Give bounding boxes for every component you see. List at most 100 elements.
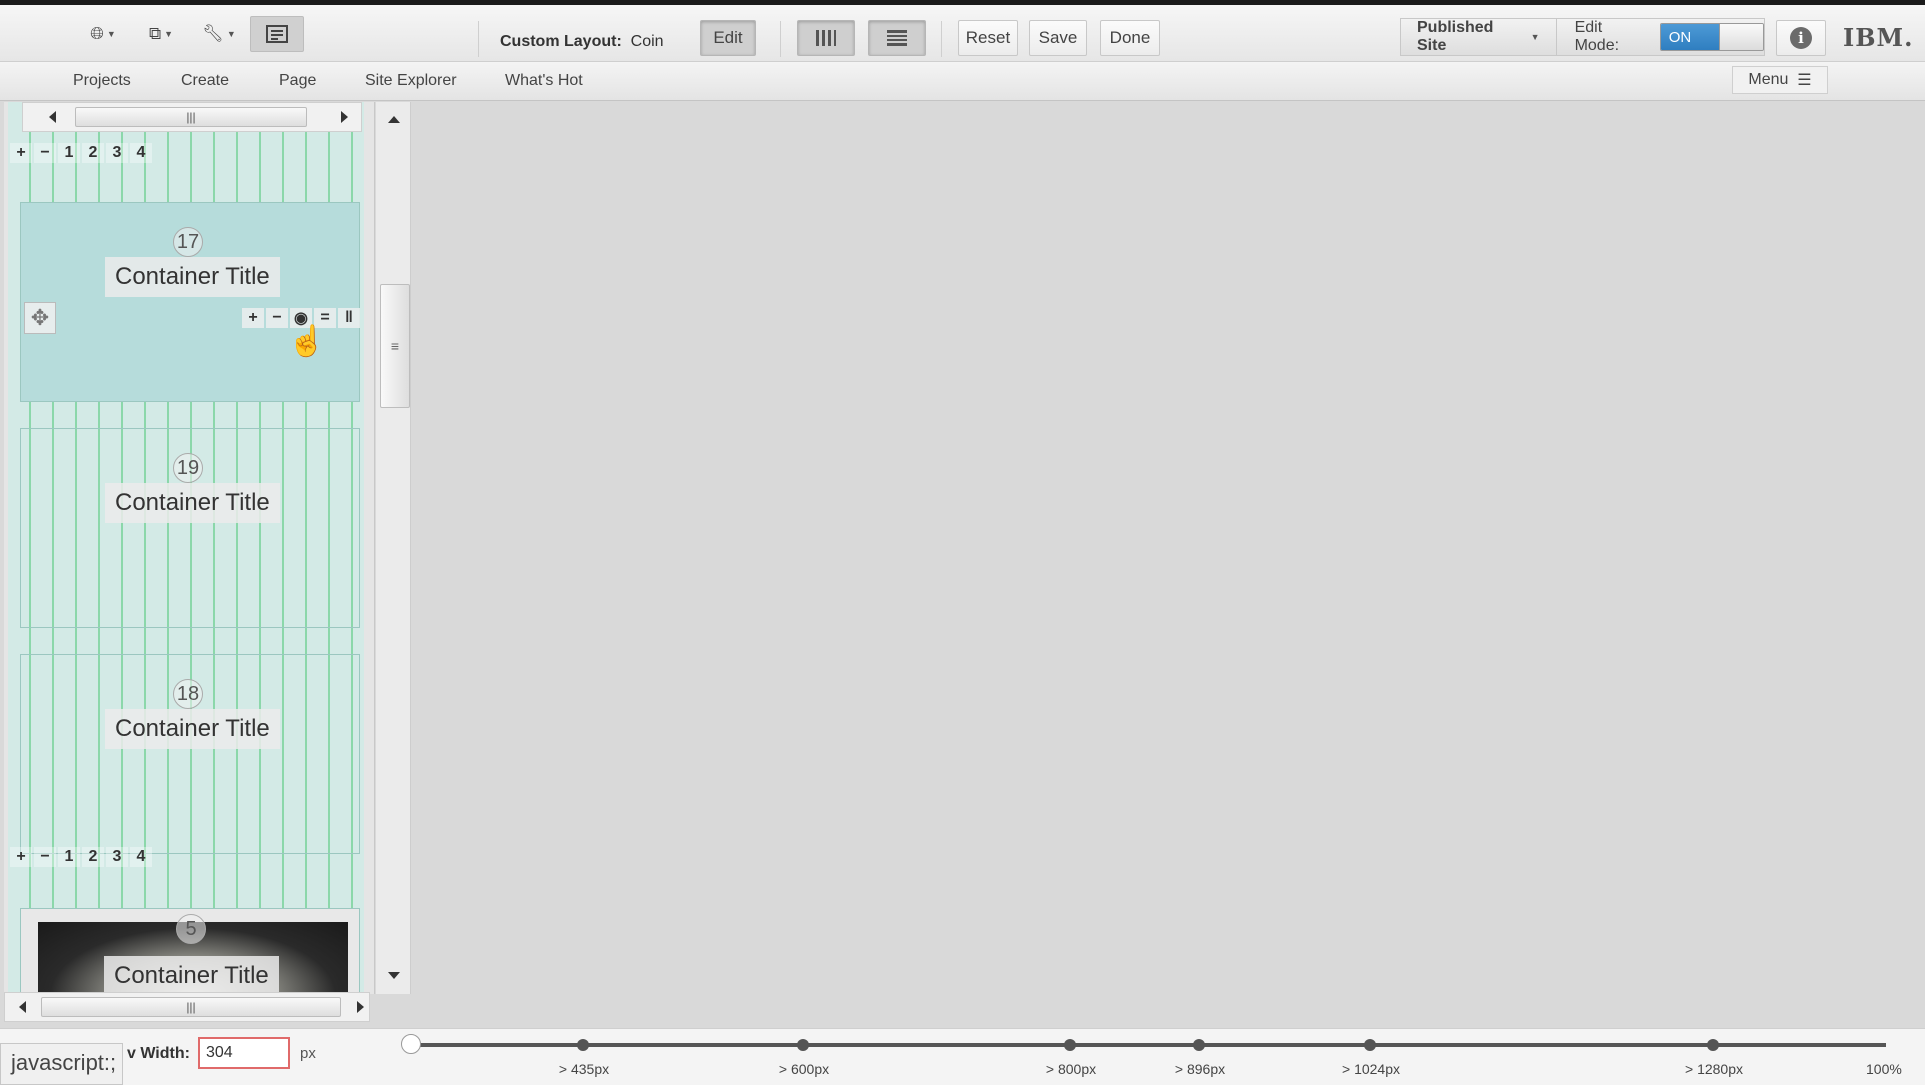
container-number-badge: 19 (173, 453, 203, 483)
container-number-badge: 18 (173, 679, 203, 709)
breakpoint-slider-handle[interactable] (401, 1034, 421, 1054)
plus-icon[interactable]: + (242, 308, 264, 328)
nav-create[interactable]: Create (181, 72, 229, 90)
breakpoint-1024[interactable] (1364, 1039, 1376, 1051)
scroll-up-arrow-icon[interactable] (388, 116, 400, 123)
pause-icon[interactable]: ‖ (338, 308, 360, 328)
edit-mode-value: ON (1660, 24, 1719, 50)
column-1-button[interactable]: 1 (58, 847, 80, 867)
info-button[interactable]: i (1776, 20, 1826, 56)
nav-page[interactable]: Page (279, 72, 316, 90)
top-toolbar: 🌐︎▼ ⧉▼ 🔧︎▼ Custom Layout: Coin Edit R (0, 0, 1925, 62)
viewport-width-label: v Width: (127, 1045, 190, 1062)
scroll-left-arrow-icon[interactable] (49, 111, 56, 123)
scroll-right-arrow-icon[interactable] (341, 111, 348, 123)
device-menu-button[interactable]: ⧉ ▼ (134, 16, 188, 52)
minus-icon[interactable]: − (266, 308, 288, 328)
column-4-button[interactable]: 4 (130, 847, 152, 867)
done-button-label: Done (1109, 28, 1151, 47)
move-icon[interactable]: ✥ (24, 302, 56, 334)
wrench-icon: 🔧︎ (202, 24, 224, 43)
scroll-thumb[interactable]: ||| (75, 107, 307, 127)
container-18[interactable]: 18 Container Title (20, 654, 360, 854)
toolbar-divider (941, 21, 942, 57)
toolbar-icon-group: 🌐︎ ▼ ⧉ ▼ 🔧︎ ▼ (76, 15, 308, 53)
edit-mode-toggle[interactable]: ON (1659, 23, 1764, 51)
custom-layout-name: Coin (630, 33, 664, 50)
rows-view-button[interactable] (868, 20, 926, 56)
column-2-button[interactable]: 2 (82, 847, 104, 867)
save-button-label: Save (1038, 28, 1078, 47)
panel-horizontal-scrollbar[interactable]: ||| (4, 992, 370, 1022)
viewport-width-input[interactable] (198, 1037, 290, 1069)
plus-icon[interactable]: + (10, 143, 32, 163)
app-frame: 🌐︎▼ ⧉▼ 🔧︎▼ Custom Layout: Coin Edit R (0, 0, 1925, 1085)
layout-button[interactable] (250, 16, 304, 52)
tools-menu-button[interactable]: 🔧︎ ▼ (192, 16, 246, 52)
reset-button-label: Reset (965, 28, 1011, 47)
edit-button[interactable]: Edit (700, 20, 756, 56)
breakpoint-435[interactable] (577, 1039, 589, 1051)
vertical-scroll-thumb[interactable]: ≡ (380, 284, 410, 408)
breakpoint-600[interactable] (797, 1039, 809, 1051)
edit-button-label: Edit (713, 28, 743, 47)
container-17[interactable]: 17 Container Title (20, 202, 360, 402)
breakpoint-label: > 1024px (1342, 1061, 1400, 1077)
panel-vertical-scrollbar[interactable]: ≡ (376, 102, 411, 994)
breakpoint-slider-track[interactable] (410, 1043, 1886, 1047)
plus-icon[interactable]: + (10, 847, 32, 867)
edit-mode-label: Edit Mode: (1574, 19, 1620, 54)
hand-cursor-icon: ☝ (288, 325, 326, 358)
nav-site-explorer[interactable]: Site Explorer (365, 72, 457, 90)
container-title: Container Title (105, 257, 280, 297)
nav-whats-hot[interactable]: What's Hot (505, 72, 583, 90)
toggle-knob (1718, 24, 1763, 50)
breakpoint-label: > 435px (558, 1061, 610, 1077)
minus-icon[interactable]: − (34, 847, 56, 867)
menu-button[interactable]: Menu ☰ (1732, 66, 1828, 94)
column-2-button[interactable]: 2 (82, 143, 104, 163)
reset-button[interactable]: Reset (958, 20, 1018, 56)
scroll-left-arrow-icon[interactable] (19, 1001, 26, 1013)
column-controls-top: + − 1 2 3 4 (10, 142, 154, 164)
top-horizontal-scrollbar[interactable]: ||| (22, 102, 362, 132)
caret-down-icon: ▼ (164, 29, 174, 39)
globe-menu-button[interactable]: 🌐︎ ▼ (76, 16, 130, 52)
site-mode-area: Published Site ▼ Edit Mode: ON (1400, 18, 1765, 56)
custom-layout-caption: Custom Layout: (500, 33, 622, 50)
info-icon: i (1790, 27, 1812, 49)
nav-bar: Projects Create Page Site Explorer What'… (0, 62, 1925, 101)
layout-icon (266, 25, 288, 43)
container-19[interactable]: 19 Container Title (20, 428, 360, 628)
globe-icon: 🌐︎ (90, 24, 104, 43)
viewport-width-bar: javascript:; v Width: px > 435px > 600px… (0, 1028, 1925, 1085)
scroll-right-arrow-icon[interactable] (357, 1001, 364, 1013)
nav-projects[interactable]: Projects (73, 72, 131, 90)
toolbar-divider (478, 21, 479, 57)
column-3-button[interactable]: 3 (106, 847, 128, 867)
container-title: Container Title (105, 709, 280, 749)
scroll-down-arrow-icon[interactable] (388, 972, 400, 979)
caret-down-icon: ▼ (1528, 32, 1540, 42)
breakpoint-1280[interactable] (1707, 1039, 1719, 1051)
done-button[interactable]: Done (1100, 20, 1160, 56)
breakpoint-label: > 800px (1045, 1061, 1097, 1077)
scroll-thumb[interactable]: ||| (41, 997, 341, 1017)
rows-icon (887, 30, 907, 46)
column-1-button[interactable]: 1 (58, 143, 80, 163)
minus-icon[interactable]: − (34, 143, 56, 163)
save-button[interactable]: Save (1029, 20, 1087, 56)
breakpoint-label: > 600px (778, 1061, 830, 1077)
breakpoint-800[interactable] (1064, 1039, 1076, 1051)
columns-view-button[interactable] (797, 20, 855, 56)
custom-layout-label: Custom Layout: Coin (500, 33, 664, 51)
toolbar-divider (780, 21, 781, 57)
menu-button-label: Menu (1748, 71, 1789, 88)
column-3-button[interactable]: 3 (106, 143, 128, 163)
container-title: Container Title (105, 483, 280, 523)
breakpoint-896[interactable] (1193, 1039, 1205, 1051)
container-number-badge: 5 (176, 914, 206, 944)
published-site-dropdown[interactable]: Published Site ▼ (1401, 19, 1557, 55)
column-4-button[interactable]: 4 (130, 143, 152, 163)
layout-preview-panel: ||| + − 1 2 3 4 17 Container Title ✥ + −… (4, 102, 375, 994)
